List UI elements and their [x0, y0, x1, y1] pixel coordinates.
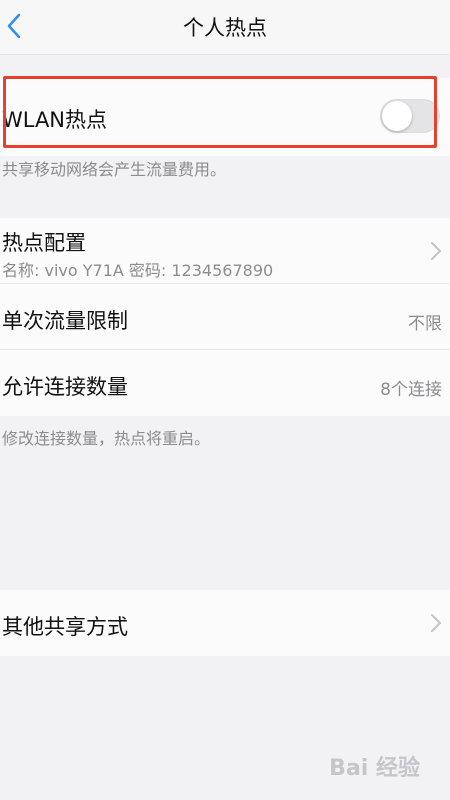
page-title: 个人热点 — [183, 16, 267, 40]
connections-note: 修改连接数量，热点将重启。 — [2, 429, 211, 448]
data-limit-label: 单次流量限制 — [2, 309, 128, 333]
chevron-right-icon — [431, 242, 441, 260]
data-limit-value: 不限 — [408, 314, 442, 334]
wlan-hotspot-row[interactable]: WLAN热点 — [0, 78, 450, 156]
wlan-hotspot-label: WLAN热点 — [2, 108, 108, 132]
chevron-right-icon — [431, 614, 441, 632]
wlan-cost-note: 共享移动网络会产生流量费用。 — [2, 160, 227, 179]
nav-bar: 个人热点 — [0, 0, 450, 55]
connections-label: 允许连接数量 — [2, 375, 128, 399]
hotspot-config-row[interactable]: 热点配置 名称: vivo Y71A 密码: 1234567890 — [0, 218, 450, 284]
toggle-knob — [382, 101, 412, 131]
connections-value: 8个连接 — [380, 380, 442, 400]
other-sharing-label: 其他共享方式 — [2, 615, 128, 639]
connections-row[interactable]: 允许连接数量 8个连接 — [0, 350, 450, 416]
hotspot-config-detail: 名称: vivo Y71A 密码: 1234567890 — [2, 261, 274, 280]
watermark-logo: Bai 经验 — [329, 756, 420, 781]
wlan-hotspot-toggle[interactable] — [380, 99, 440, 133]
data-limit-row[interactable]: 单次流量限制 不限 — [0, 284, 450, 350]
other-sharing-row[interactable]: 其他共享方式 — [0, 590, 450, 656]
hotspot-config-label: 热点配置 — [2, 231, 86, 255]
